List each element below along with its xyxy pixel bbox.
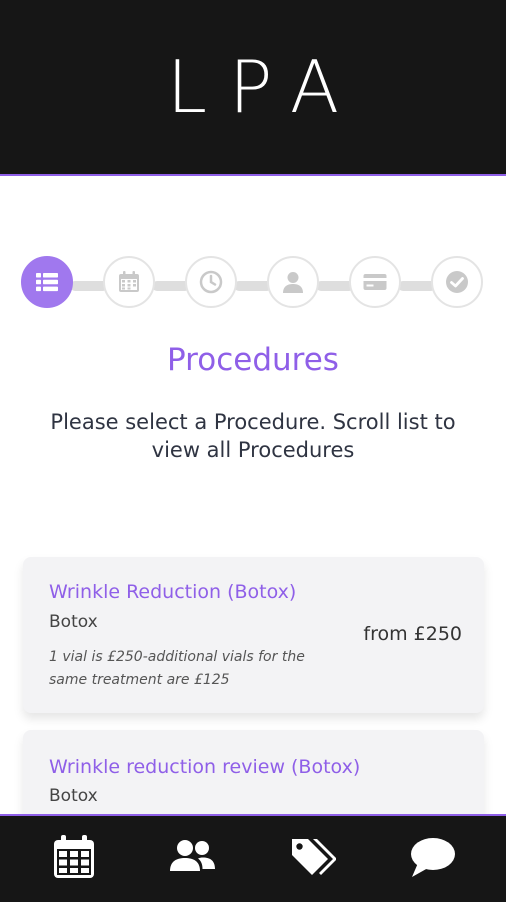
page-title: Procedures xyxy=(167,342,339,378)
app-header: LPA xyxy=(0,0,506,176)
step-confirm[interactable] xyxy=(431,256,483,308)
step-details[interactable] xyxy=(267,256,319,308)
procedure-name: Wrinkle Reduction (Botox) xyxy=(49,581,297,603)
calendar-icon xyxy=(119,271,139,292)
tab-team[interactable] xyxy=(162,830,222,884)
step-payment[interactable] xyxy=(349,256,401,308)
tags-icon xyxy=(292,839,336,875)
procedure-name: Wrinkle reduction review (Botox) xyxy=(49,756,361,778)
calendar-icon xyxy=(54,835,94,878)
booking-stepper xyxy=(0,256,506,312)
bottom-tab-bar xyxy=(0,814,506,902)
app-logo: LPA xyxy=(166,45,362,129)
user-icon xyxy=(283,272,303,293)
procedure-price: from £250 xyxy=(363,623,462,645)
page-instructions: Please select a Procedure. Scroll list t… xyxy=(50,410,456,462)
tab-offers[interactable] xyxy=(282,830,342,884)
procedure-category: Botox xyxy=(49,612,98,632)
check-circle-icon xyxy=(446,271,468,293)
step-procedures[interactable] xyxy=(21,256,73,308)
procedure-category: Botox xyxy=(49,786,98,806)
list-icon xyxy=(36,273,58,292)
procedure-note: 1 vial is £250-additional vials for the … xyxy=(49,649,305,688)
users-icon xyxy=(170,840,215,871)
tab-calendar[interactable] xyxy=(44,830,104,884)
tab-chat[interactable] xyxy=(402,830,462,884)
chat-bubble-icon xyxy=(411,838,455,877)
step-time[interactable] xyxy=(185,256,237,308)
credit-card-icon xyxy=(363,274,387,290)
procedure-card[interactable]: Wrinkle Reduction (Botox) Botox 1 vial i… xyxy=(23,557,484,713)
step-date[interactable] xyxy=(103,256,155,308)
clock-icon xyxy=(199,270,223,294)
